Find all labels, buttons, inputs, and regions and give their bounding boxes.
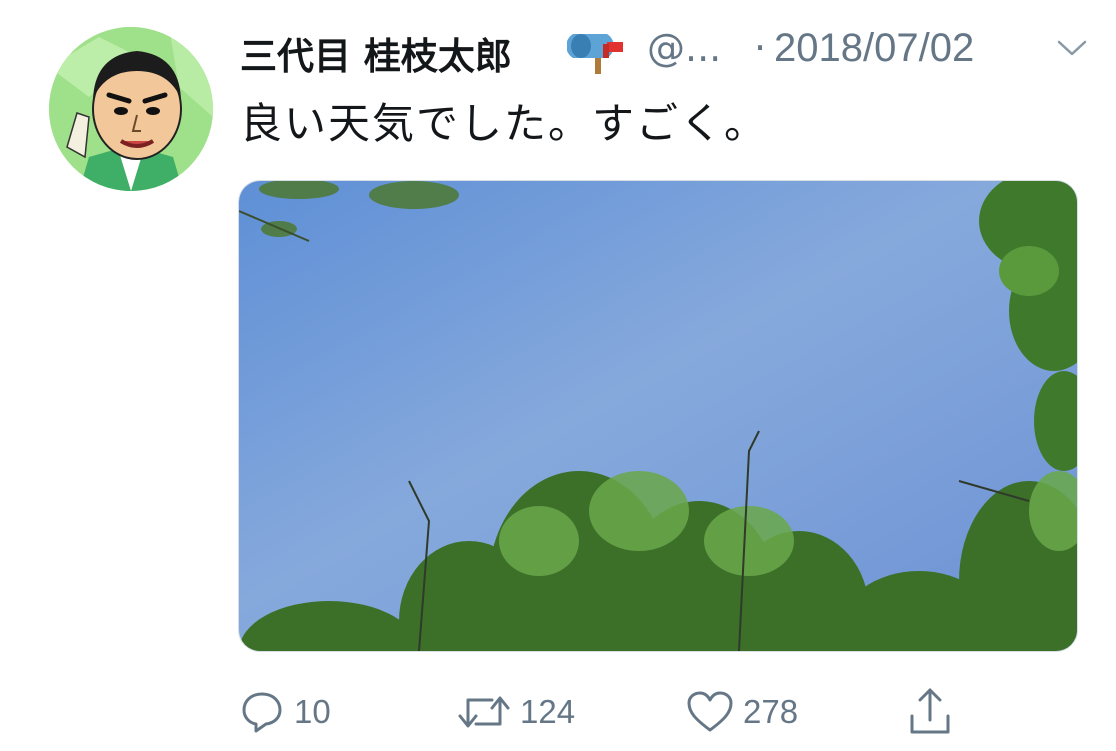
reply-icon [242,692,282,733]
display-name[interactable]: 三代目 桂枝太郎 [240,26,512,80]
avatar[interactable] [49,27,213,191]
tweet-date[interactable]: 2018/07/02 [774,26,974,71]
handle[interactable]: @... [647,26,721,70]
avatar-illustration [49,27,213,191]
mailbox-icon [566,24,625,74]
tweet-text: 良い天気でした。すごく。 [240,99,769,148]
action-bar: 10 124 278 [238,684,998,740]
chevron-down-icon[interactable] [1055,36,1089,60]
separator-dot: · [754,26,767,70]
sky-and-trees-image [239,181,1077,651]
like-count: 278 [743,693,799,730]
heart-icon [687,691,733,732]
retweet-count: 124 [520,693,576,730]
reply-button[interactable]: 10 [238,684,331,740]
share-button[interactable] [908,684,952,740]
like-button[interactable]: 278 [685,684,798,740]
reply-count: 10 [294,693,331,730]
retweet-icon [458,696,510,728]
tweet-photo[interactable] [238,180,1078,652]
tweet-header: 三代目 桂枝太郎 @... · 2018/07/02 [240,20,1090,80]
retweet-button[interactable]: 124 [456,684,575,740]
share-icon [910,688,950,734]
